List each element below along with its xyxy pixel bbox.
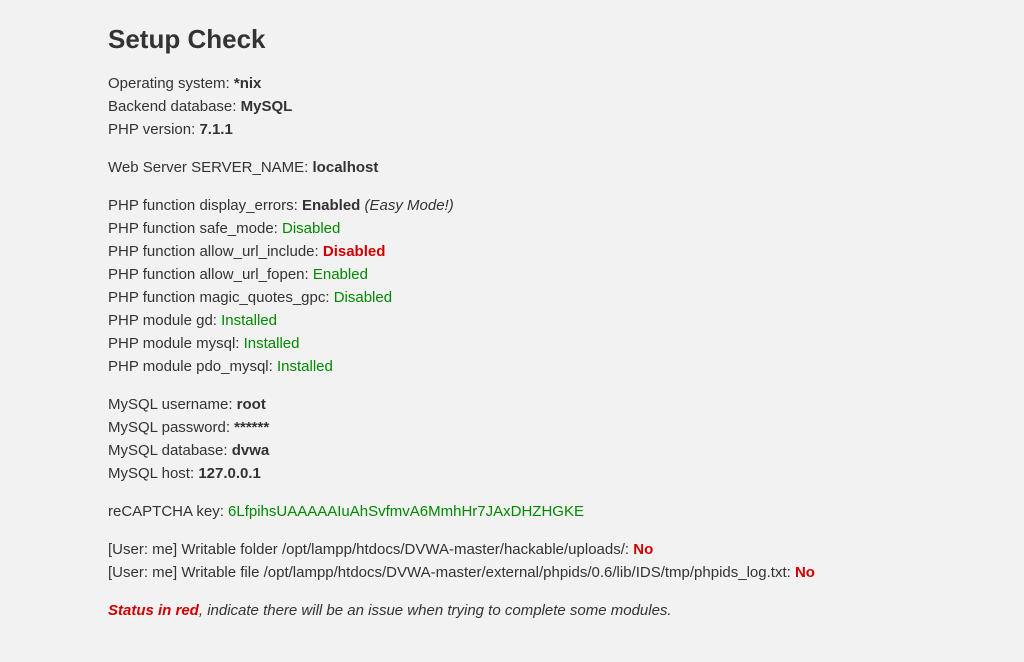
- mysql-block: MySQL username: root MySQL password: ***…: [108, 394, 1024, 484]
- php-mod-pdo-mysql-label: PHP module pdo_mysql:: [108, 358, 277, 375]
- php-mod-gd-row: PHP module gd: Installed: [108, 310, 1024, 331]
- php-mod-pdo-mysql-value: Installed: [277, 358, 333, 375]
- server-name-label: Web Server SERVER_NAME:: [108, 159, 313, 176]
- setup-check-page: Setup Check Operating system: *nix Backe…: [0, 0, 1024, 662]
- status-note-block: Status in red, indicate there will be an…: [108, 600, 1024, 621]
- recaptcha-value: 6LfpihsUAAAAAIuAhSvfmvA6MmhHr7JAxDHZHGKE: [228, 503, 584, 520]
- os-value: *nix: [234, 75, 262, 92]
- backend-value: MySQL: [241, 98, 293, 115]
- php-magic-quotes-value: Disabled: [334, 289, 392, 306]
- php-allow-url-include-label: PHP function allow_url_include:: [108, 243, 323, 260]
- writable-folder-value: No: [633, 541, 653, 558]
- recaptcha-label: reCAPTCHA key:: [108, 503, 228, 520]
- php-magic-quotes-label: PHP function magic_quotes_gpc:: [108, 289, 334, 306]
- php-mod-gd-label: PHP module gd:: [108, 312, 221, 329]
- php-display-errors-value: Enabled: [302, 197, 360, 214]
- server-name-row: Web Server SERVER_NAME: localhost: [108, 157, 1024, 178]
- mysql-pass-row: MySQL password: ******: [108, 417, 1024, 438]
- php-magic-quotes-row: PHP function magic_quotes_gpc: Disabled: [108, 287, 1024, 308]
- mysql-pass-label: MySQL password:: [108, 419, 234, 436]
- php-display-errors-row: PHP function display_errors: Enabled (Ea…: [108, 195, 1024, 216]
- server-name-block: Web Server SERVER_NAME: localhost: [108, 157, 1024, 178]
- php-mod-mysql-row: PHP module mysql: Installed: [108, 333, 1024, 354]
- php-allow-url-fopen-row: PHP function allow_url_fopen: Enabled: [108, 264, 1024, 285]
- php-display-errors-note: (Easy Mode!): [360, 197, 453, 214]
- php-allow-url-fopen-label: PHP function allow_url_fopen:: [108, 266, 313, 283]
- mysql-user-label: MySQL username:: [108, 396, 237, 413]
- writable-block: [User: me] Writable folder /opt/lampp/ht…: [108, 539, 1024, 583]
- recaptcha-row: reCAPTCHA key: 6LfpihsUAAAAAIuAhSvfmvA6M…: [108, 501, 1024, 522]
- mysql-host-row: MySQL host: 127.0.0.1: [108, 463, 1024, 484]
- php-safe-mode-row: PHP function safe_mode: Disabled: [108, 218, 1024, 239]
- mysql-host-label: MySQL host:: [108, 465, 198, 482]
- system-info-block: Operating system: *nix Backend database:…: [108, 73, 1024, 140]
- php-mod-mysql-value: Installed: [244, 335, 300, 352]
- php-mod-mysql-label: PHP module mysql:: [108, 335, 244, 352]
- mysql-host-value: 127.0.0.1: [198, 465, 261, 482]
- php-version-label: PHP version:: [108, 121, 199, 138]
- backend-row: Backend database: MySQL: [108, 96, 1024, 117]
- php-functions-block: PHP function display_errors: Enabled (Ea…: [108, 195, 1024, 377]
- backend-label: Backend database:: [108, 98, 241, 115]
- writable-file-value: No: [795, 564, 815, 581]
- server-name-value: localhost: [313, 159, 379, 176]
- php-allow-url-fopen-value: Enabled: [313, 266, 368, 283]
- php-allow-url-include-value: Disabled: [323, 243, 386, 260]
- php-version-row: PHP version: 7.1.1: [108, 119, 1024, 140]
- status-note-rest: , indicate there will be an issue when t…: [199, 602, 672, 619]
- writable-file-label: [User: me] Writable file /opt/lampp/htdo…: [108, 564, 795, 581]
- mysql-db-label: MySQL database:: [108, 442, 232, 459]
- writable-folder-row: [User: me] Writable folder /opt/lampp/ht…: [108, 539, 1024, 560]
- mysql-pass-value: ******: [234, 419, 269, 436]
- php-mod-pdo-mysql-row: PHP module pdo_mysql: Installed: [108, 356, 1024, 377]
- php-version-value: 7.1.1: [199, 121, 232, 138]
- mysql-user-row: MySQL username: root: [108, 394, 1024, 415]
- mysql-user-value: root: [237, 396, 266, 413]
- mysql-db-value: dvwa: [232, 442, 270, 459]
- php-safe-mode-label: PHP function safe_mode:: [108, 220, 282, 237]
- os-label: Operating system:: [108, 75, 234, 92]
- mysql-db-row: MySQL database: dvwa: [108, 440, 1024, 461]
- recaptcha-block: reCAPTCHA key: 6LfpihsUAAAAAIuAhSvfmvA6M…: [108, 501, 1024, 522]
- os-row: Operating system: *nix: [108, 73, 1024, 94]
- php-allow-url-include-row: PHP function allow_url_include: Disabled: [108, 241, 1024, 262]
- writable-folder-label: [User: me] Writable folder /opt/lampp/ht…: [108, 541, 633, 558]
- writable-file-row: [User: me] Writable file /opt/lampp/htdo…: [108, 562, 1024, 583]
- page-heading: Setup Check: [108, 24, 1024, 55]
- php-mod-gd-value: Installed: [221, 312, 277, 329]
- php-safe-mode-value: Disabled: [282, 220, 340, 237]
- php-display-errors-label: PHP function display_errors:: [108, 197, 302, 214]
- status-note-prefix: Status in red: [108, 602, 199, 619]
